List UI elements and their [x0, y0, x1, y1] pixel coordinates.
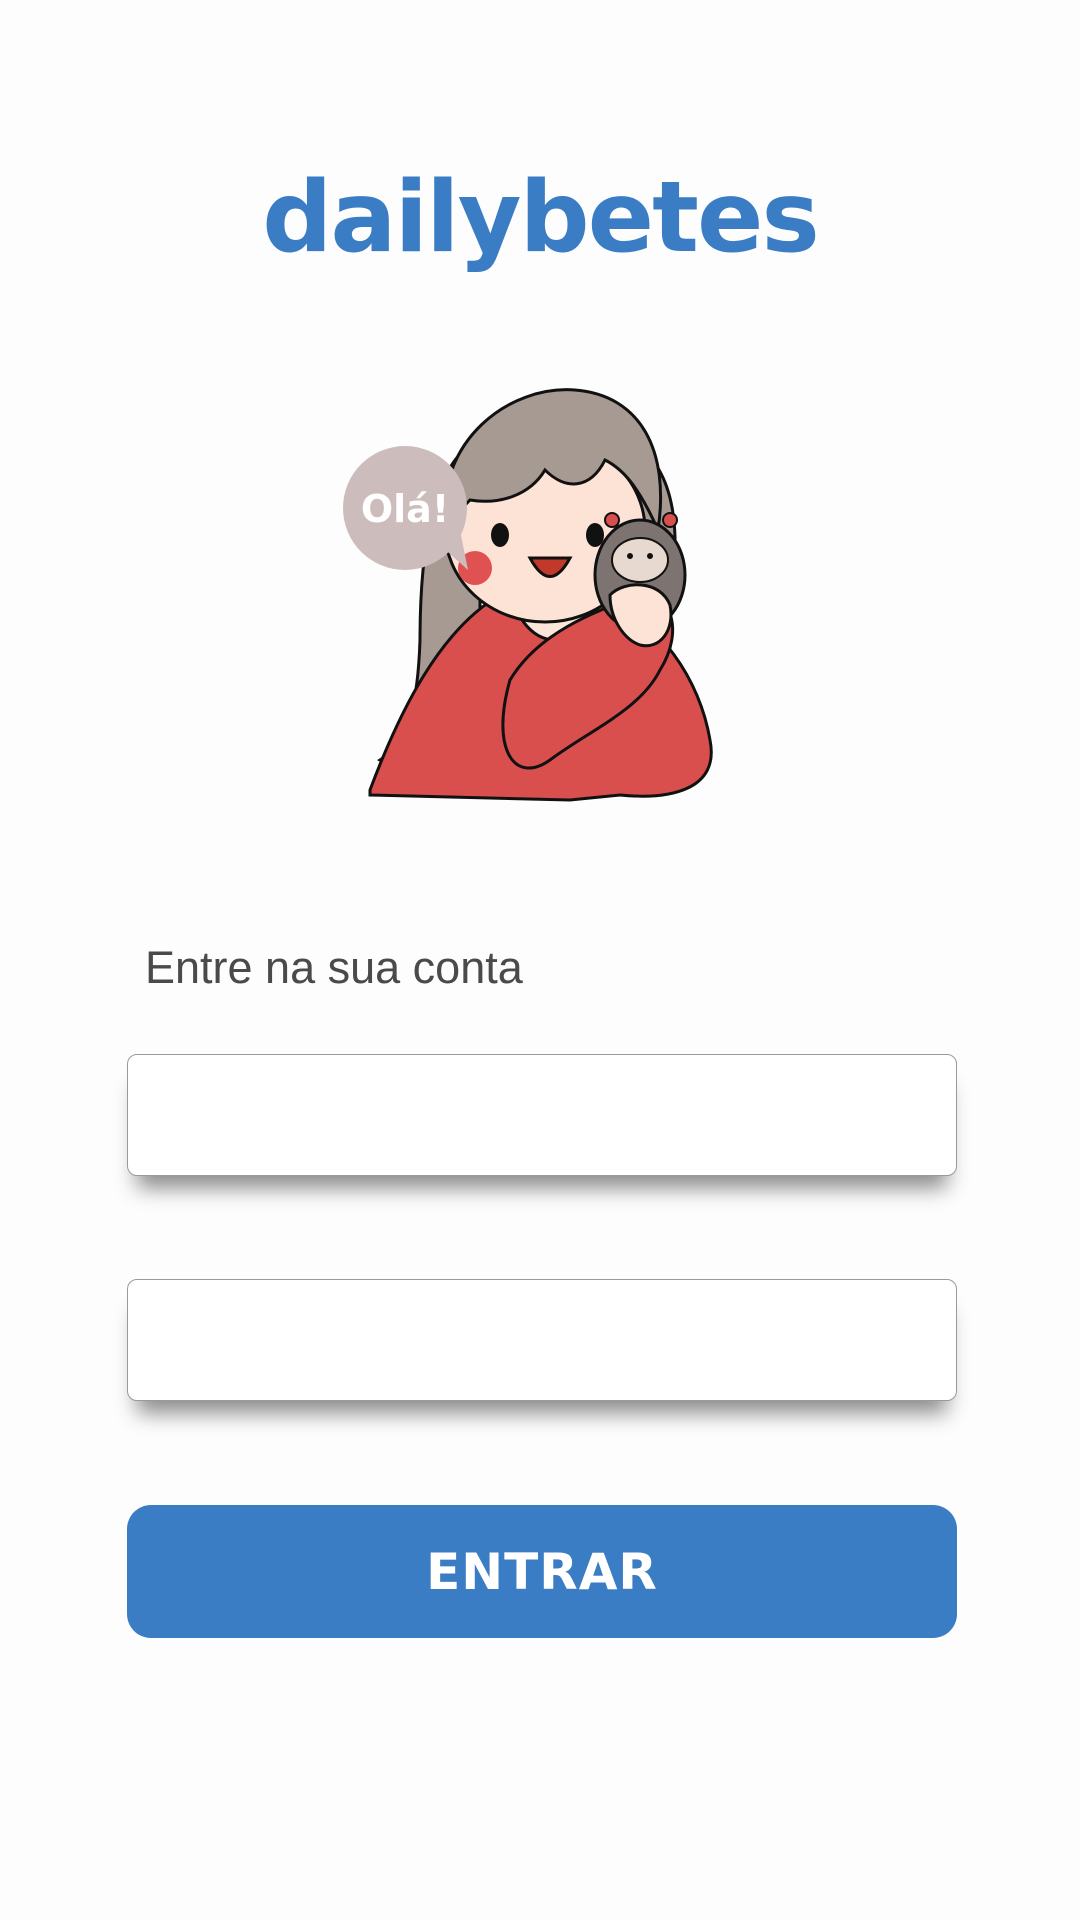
password-field[interactable]: [127, 1279, 957, 1401]
hedgehog-eye-left: [627, 553, 633, 559]
left-eye: [491, 523, 509, 547]
right-eye: [586, 523, 604, 547]
hedgehog-ear-right: [662, 512, 678, 528]
hedgehog-face: [611, 537, 669, 583]
login-button[interactable]: ENTRAR: [127, 1505, 957, 1638]
hedgehog-eye-right: [647, 553, 653, 559]
app-logo: dailybetes: [262, 161, 820, 275]
login-prompt: Entre na sua conta: [145, 942, 523, 993]
speech-bubble-text: Olá!: [361, 487, 449, 531]
email-field[interactable]: [127, 1054, 957, 1176]
login-screen: dailybetes Olá! Entre na sua conta ENTRA…: [0, 0, 1080, 1920]
welcome-illustration: Olá!: [343, 388, 713, 802]
hedgehog-ear-left: [604, 512, 620, 528]
